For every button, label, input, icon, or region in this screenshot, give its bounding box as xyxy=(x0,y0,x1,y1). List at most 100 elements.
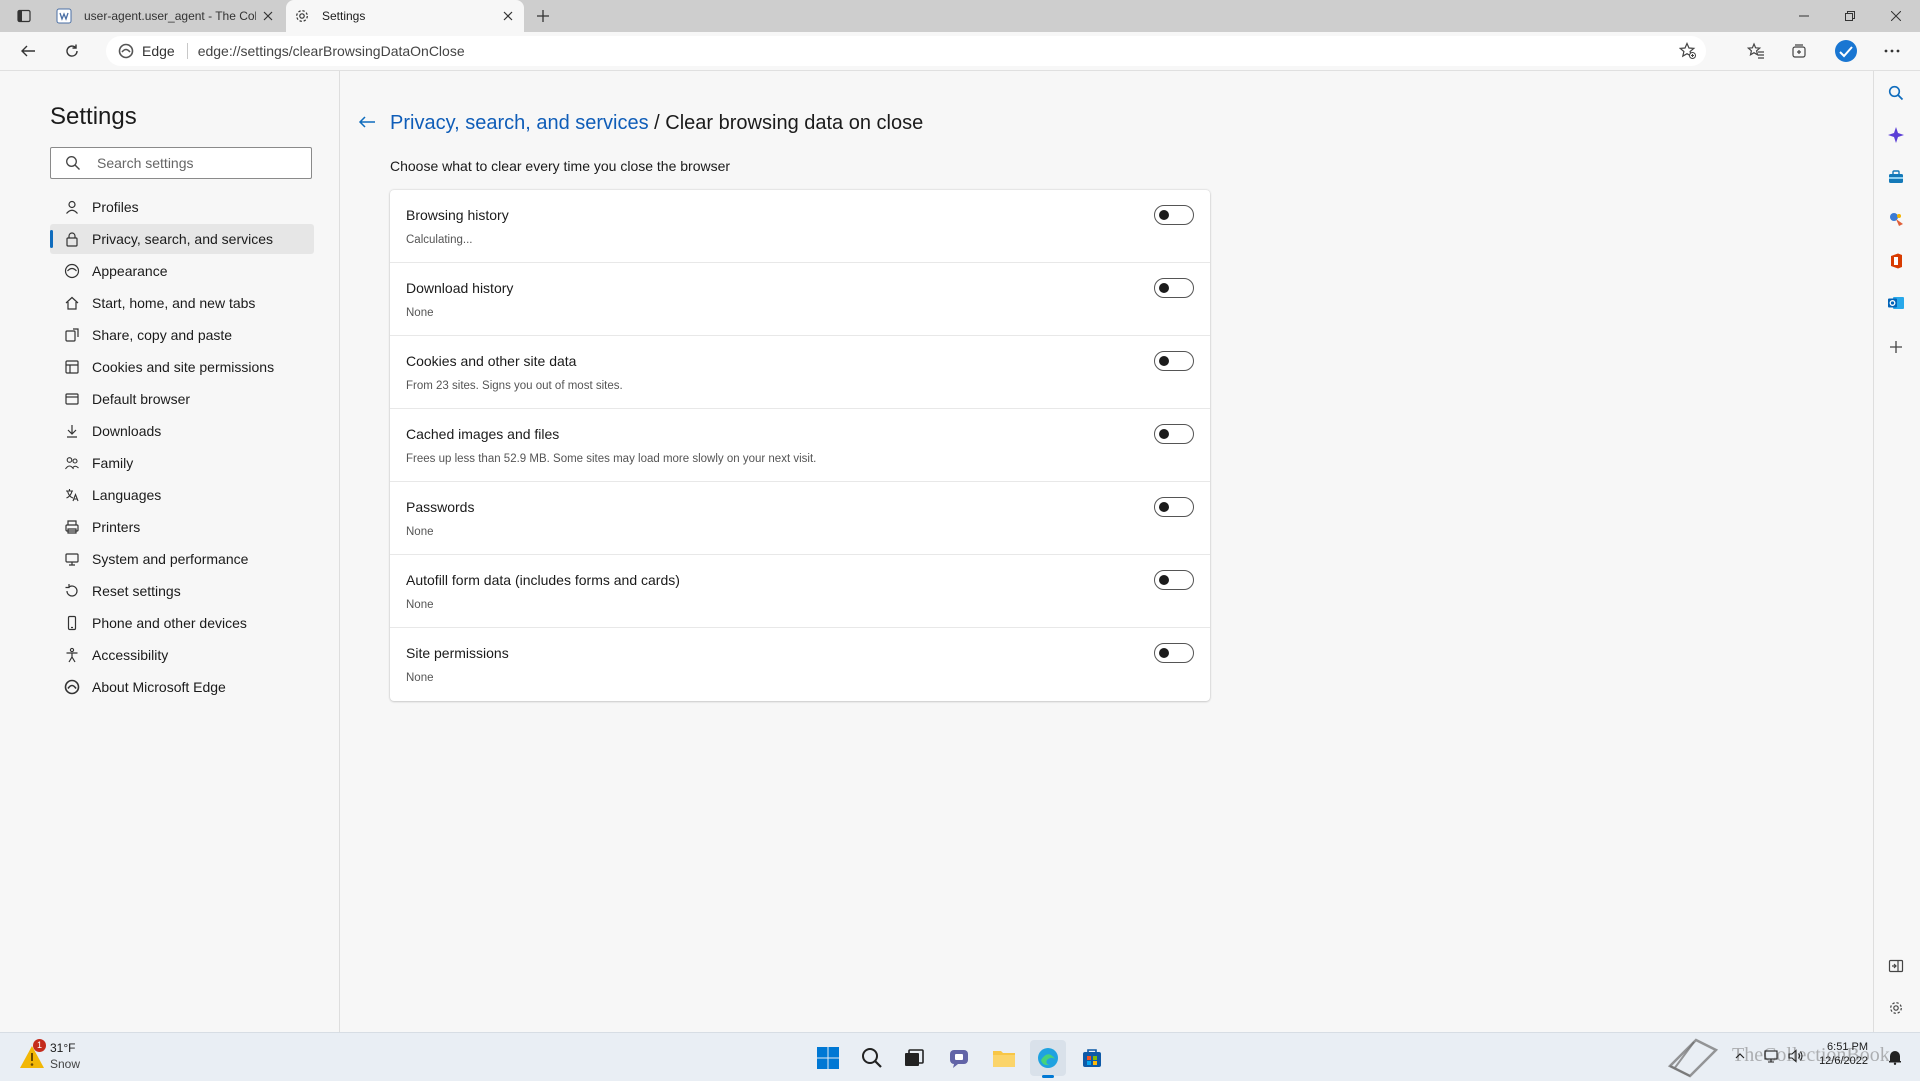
taskbar-search-button[interactable] xyxy=(854,1040,890,1076)
sidebar-item-cookies[interactable]: Cookies and site permissions xyxy=(50,352,314,382)
restore-button[interactable] xyxy=(1827,0,1873,32)
sidebar-settings-button[interactable] xyxy=(1882,994,1910,1022)
restore-icon xyxy=(1845,11,1855,21)
minimize-button[interactable] xyxy=(1781,0,1827,32)
sidebar-games-button[interactable] xyxy=(1882,205,1910,233)
url-text[interactable]: edge://settings/clearBrowsingDataOnClose xyxy=(198,43,465,59)
favorites-button[interactable] xyxy=(1740,37,1772,65)
gear-icon xyxy=(1890,1002,1902,1014)
sidebar-item-appearance[interactable]: Appearance xyxy=(50,256,314,286)
sidebar-item-accessibility[interactable]: Accessibility xyxy=(50,640,314,670)
store-button[interactable] xyxy=(1074,1040,1110,1076)
back-to-privacy-button[interactable] xyxy=(356,111,378,133)
share-icon xyxy=(64,327,80,343)
refresh-icon xyxy=(66,44,78,57)
reset-icon xyxy=(64,583,80,599)
sidebar-office-button[interactable] xyxy=(1882,247,1910,275)
cookies-toggle[interactable] xyxy=(1154,351,1194,371)
edge-taskbar-button[interactable] xyxy=(1030,1040,1066,1078)
address-bar[interactable]: Edge edge://settings/clearBrowsingDataOn… xyxy=(106,36,1706,66)
add-favorite-icon[interactable] xyxy=(1674,37,1702,65)
collections-button[interactable] xyxy=(1783,37,1815,65)
chat-button[interactable] xyxy=(941,1040,977,1076)
setting-description: None xyxy=(406,307,434,319)
close-icon xyxy=(1891,11,1901,21)
tab-actions-button[interactable] xyxy=(10,4,38,28)
sidebar-item-default-browser[interactable]: Default browser xyxy=(50,384,314,414)
sidebar-search-button[interactable] xyxy=(1882,79,1910,107)
breadcrumb: Privacy, search, and services / Clear br… xyxy=(390,112,923,135)
clear-on-close-card: Browsing history Calculating... Download… xyxy=(390,190,1210,701)
start-button[interactable] xyxy=(810,1040,846,1076)
close-window-button[interactable] xyxy=(1873,0,1919,32)
passwords-toggle[interactable] xyxy=(1154,497,1194,517)
cookies-icon xyxy=(64,359,80,375)
language-icon xyxy=(64,487,80,503)
browser-icon xyxy=(64,391,80,407)
clock-time: 6:51 PM xyxy=(1827,1041,1868,1053)
refresh-button[interactable] xyxy=(56,37,88,65)
sidebar-item-languages[interactable]: Languages xyxy=(50,480,314,510)
sidebar-item-label: Reset settings xyxy=(92,583,181,599)
task-view-button[interactable] xyxy=(896,1040,932,1076)
system-clock[interactable]: 6:51 PM 12/6/2022 xyxy=(1808,1040,1868,1068)
chat-icon xyxy=(950,1050,968,1068)
tab-settings[interactable]: Settings xyxy=(286,0,524,32)
sidebar-item-downloads[interactable]: Downloads xyxy=(50,416,314,446)
show-hidden-icons-button[interactable] xyxy=(1730,1046,1750,1066)
new-tab-button[interactable] xyxy=(530,4,556,28)
network-icon xyxy=(1764,1050,1778,1063)
sidebar-item-about[interactable]: About Microsoft Edge xyxy=(50,672,314,702)
site-permissions-toggle[interactable] xyxy=(1154,643,1194,663)
sidebar-item-family[interactable]: Family xyxy=(50,448,314,478)
sidebar-hide-button[interactable] xyxy=(1882,952,1910,980)
search-settings-input[interactable] xyxy=(95,154,299,172)
volume-button[interactable] xyxy=(1786,1046,1806,1066)
download-history-toggle[interactable] xyxy=(1154,278,1194,298)
sidebar-item-system[interactable]: System and performance xyxy=(50,544,314,574)
weather-widget[interactable]: 1 31°F Snow xyxy=(16,1037,96,1077)
breadcrumb-separator: / xyxy=(648,112,666,134)
sidebar-item-phone[interactable]: Phone and other devices xyxy=(50,608,314,638)
accessibility-icon xyxy=(64,647,80,663)
sidebar-item-share-copy[interactable]: Share, copy and paste xyxy=(50,320,314,350)
sidebar-item-printers[interactable]: Printers xyxy=(50,512,314,542)
task-view-icon xyxy=(905,1049,924,1066)
toggle-knob xyxy=(1159,429,1169,439)
browsing-history-toggle[interactable] xyxy=(1154,205,1194,225)
toggle-knob xyxy=(1159,356,1169,366)
close-tab-icon[interactable] xyxy=(256,4,280,28)
tab-user-agent[interactable]: user-agent.user_agent - The Coll xyxy=(48,0,284,32)
sidebar-item-privacy[interactable]: Privacy, search, and services xyxy=(50,224,314,254)
search-icon xyxy=(862,1048,882,1068)
back-button[interactable] xyxy=(12,37,44,65)
tab-title: user-agent.user_agent - The Coll xyxy=(84,9,256,23)
sidebar-add-button[interactable] xyxy=(1882,333,1910,361)
breadcrumb-link-privacy[interactable]: Privacy, search, and services xyxy=(390,112,649,134)
autofill-toggle[interactable] xyxy=(1154,570,1194,590)
file-explorer-button[interactable] xyxy=(986,1040,1022,1076)
sidebar-item-reset[interactable]: Reset settings xyxy=(50,576,314,606)
setting-description: None xyxy=(406,672,434,684)
toolbox-icon xyxy=(1889,170,1903,183)
setting-description: None xyxy=(406,526,434,538)
setting-label: Site permissions xyxy=(406,645,509,661)
setting-label: Browsing history xyxy=(406,207,509,223)
setting-description: Calculating... xyxy=(406,234,473,246)
network-button[interactable] xyxy=(1762,1046,1782,1066)
cached-images-toggle[interactable] xyxy=(1154,424,1194,444)
edge-site-icon xyxy=(116,41,136,61)
close-tab-icon[interactable] xyxy=(496,4,520,28)
profile-button[interactable] xyxy=(1830,37,1862,65)
page-title: Clear browsing data on close xyxy=(665,112,924,134)
more-menu-button[interactable] xyxy=(1876,37,1908,65)
edge-icon xyxy=(64,679,80,695)
search-settings-field[interactable] xyxy=(50,147,312,179)
toggle-knob xyxy=(1159,575,1169,585)
sidebar-item-start-home[interactable]: Start, home, and new tabs xyxy=(50,288,314,318)
sidebar-discover-button[interactable] xyxy=(1882,121,1910,149)
sidebar-outlook-button[interactable] xyxy=(1882,289,1910,317)
sidebar-item-profiles[interactable]: Profiles xyxy=(50,192,314,222)
sidebar-tools-button[interactable] xyxy=(1882,163,1910,191)
notifications-button[interactable] xyxy=(1884,1046,1906,1068)
